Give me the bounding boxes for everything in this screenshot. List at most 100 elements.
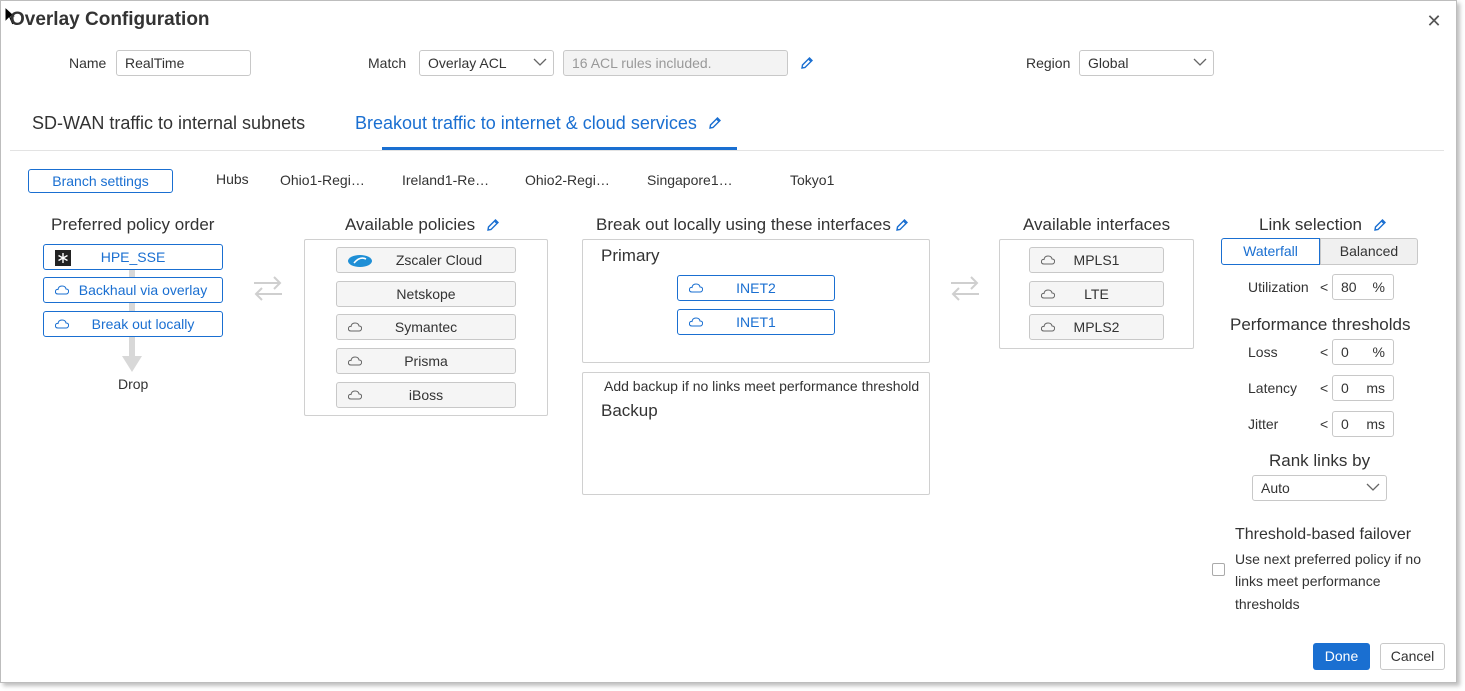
cloud-icon xyxy=(688,317,704,327)
hubs-label: Hubs xyxy=(216,171,249,187)
available-policy-label: Symantec xyxy=(394,319,458,335)
overlay-configuration-dialog: Overlay Configuration ✕ Name RealTime Ma… xyxy=(0,0,1457,683)
edit-pencil-icon[interactable] xyxy=(486,218,500,232)
close-icon[interactable]: ✕ xyxy=(1426,12,1442,30)
jitter-unit: ms xyxy=(1366,416,1385,432)
hub-tab-tokyo1[interactable]: Tokyo1 xyxy=(790,172,834,188)
preferred-policy-item[interactable]: Break out locally xyxy=(43,311,223,337)
primary-interface-label: INET2 xyxy=(736,280,776,296)
tab-breakout-internet[interactable]: Breakout traffic to internet & cloud ser… xyxy=(355,113,697,134)
active-tab-indicator xyxy=(382,147,737,150)
primary-interface-item[interactable]: INET2 xyxy=(677,275,835,301)
hub-tab-ohio1[interactable]: Ohio1-Regi… xyxy=(280,172,365,188)
name-input[interactable]: RealTime xyxy=(116,50,251,76)
hub-tab-ohio2[interactable]: Ohio2-Regi… xyxy=(525,172,610,188)
utilization-value: 80 xyxy=(1341,279,1357,295)
preferred-policy-label: Backhaul via overlay xyxy=(78,282,208,298)
failover-title: Threshold-based failover xyxy=(1235,526,1412,543)
preferred-policy-title: Preferred policy order xyxy=(51,215,215,234)
region-select-value: Global xyxy=(1088,55,1129,71)
latency-operator: < xyxy=(1320,380,1329,396)
cloud-icon xyxy=(54,285,70,295)
utilization-label: Utilization xyxy=(1248,279,1309,295)
latency-input[interactable]: 0 ms xyxy=(1332,375,1394,401)
branch-settings-button[interactable]: Branch settings xyxy=(28,169,173,193)
preferred-policy-item[interactable]: Backhaul via overlay xyxy=(43,277,223,303)
arrow-down-icon xyxy=(122,356,142,372)
edit-pencil-icon[interactable] xyxy=(1373,218,1387,232)
backup-label: Backup xyxy=(601,401,658,420)
waterfall-toggle[interactable]: Waterfall xyxy=(1221,238,1320,265)
link-selection-title: Link selection xyxy=(1259,215,1363,234)
failover-description-line3: thresholds xyxy=(1235,596,1300,612)
done-button[interactable]: Done xyxy=(1313,643,1370,670)
available-policy-item[interactable]: Zscaler Cloud xyxy=(336,247,516,273)
primary-label: Primary xyxy=(601,246,660,265)
backup-hint: Add backup if no links meet performance … xyxy=(604,378,920,394)
utilization-input[interactable]: 80 % xyxy=(1332,274,1394,300)
edit-pencil-icon[interactable] xyxy=(708,116,722,130)
available-policy-label: Zscaler Cloud xyxy=(395,252,483,268)
primary-interface-item[interactable]: INET1 xyxy=(677,309,835,335)
available-interface-label: MPLS2 xyxy=(1073,319,1120,335)
preferred-policy-label: Break out locally xyxy=(91,316,195,332)
jitter-label: Jitter xyxy=(1248,416,1279,432)
failover-checkbox[interactable] xyxy=(1212,563,1225,576)
cloud-icon xyxy=(1040,322,1056,332)
loss-unit: % xyxy=(1372,344,1385,360)
failover-description-line2: links meet performance xyxy=(1235,573,1381,589)
available-policy-label: Prisma xyxy=(404,353,448,369)
chevron-down-icon xyxy=(533,58,547,66)
transfer-arrows-icon xyxy=(254,276,282,301)
tab-divider xyxy=(10,150,1444,151)
failover-description-line1: Use next preferred policy if no xyxy=(1235,551,1421,567)
loss-input[interactable]: 0 % xyxy=(1332,339,1394,365)
available-policy-item[interactable]: Prisma xyxy=(336,348,516,374)
name-label: Name xyxy=(69,55,107,71)
tab-sdwan-internal[interactable]: SD-WAN traffic to internal subnets xyxy=(32,113,305,134)
cloud-icon xyxy=(1040,289,1056,299)
edit-pencil-icon[interactable] xyxy=(895,218,909,232)
cloud-icon xyxy=(1040,255,1056,265)
match-select[interactable]: Overlay ACL xyxy=(419,50,554,76)
available-interface-item[interactable]: LTE xyxy=(1029,281,1164,307)
dialog-title: Overlay Configuration xyxy=(10,9,210,30)
balanced-toggle[interactable]: Balanced xyxy=(1320,238,1418,265)
jitter-operator: < xyxy=(1320,416,1329,432)
region-select[interactable]: Global xyxy=(1079,50,1214,76)
chevron-down-icon xyxy=(1366,483,1380,491)
cancel-button[interactable]: Cancel xyxy=(1380,643,1445,670)
utilization-operator: < xyxy=(1320,279,1329,295)
available-policy-item[interactable]: Symantec xyxy=(336,314,516,340)
rank-links-select[interactable]: Auto xyxy=(1252,475,1387,501)
cloud-icon xyxy=(347,322,363,332)
preferred-policy-item[interactable]: HPE_SSE xyxy=(43,244,223,270)
available-policy-item[interactable]: iBoss xyxy=(336,382,516,408)
available-policies-title: Available policies xyxy=(345,215,476,234)
rank-links-title: Rank links by xyxy=(1269,451,1371,470)
primary-interface-label: INET1 xyxy=(736,314,776,330)
loss-label: Loss xyxy=(1248,344,1278,360)
latency-label: Latency xyxy=(1248,380,1298,396)
utilization-unit: % xyxy=(1372,279,1385,295)
available-interface-label: LTE xyxy=(1084,286,1109,302)
jitter-value: 0 xyxy=(1341,416,1349,432)
available-policy-item[interactable]: Netskope xyxy=(336,281,516,307)
preferred-policy-label: HPE_SSE xyxy=(100,249,166,265)
acl-rules-info: 16 ACL rules included. xyxy=(563,50,788,76)
loss-value: 0 xyxy=(1341,344,1349,360)
available-interface-item[interactable]: MPLS1 xyxy=(1029,247,1164,273)
cloud-icon xyxy=(54,319,70,329)
chevron-down-icon xyxy=(1193,58,1207,66)
jitter-input[interactable]: 0 ms xyxy=(1332,411,1394,437)
edit-pencil-icon[interactable] xyxy=(800,56,814,70)
available-interface-item[interactable]: MPLS2 xyxy=(1029,314,1164,340)
breakout-interfaces-title: Break out locally using these interfaces xyxy=(596,215,891,234)
hub-tab-singapore1[interactable]: Singapore1… xyxy=(647,172,733,188)
region-label: Region xyxy=(1026,55,1071,71)
latency-value: 0 xyxy=(1341,380,1349,396)
hub-tab-ireland1[interactable]: Ireland1-Re… xyxy=(402,172,489,188)
match-select-value: Overlay ACL xyxy=(428,55,507,71)
match-label: Match xyxy=(368,55,407,71)
zscaler-logo-icon xyxy=(348,255,372,267)
